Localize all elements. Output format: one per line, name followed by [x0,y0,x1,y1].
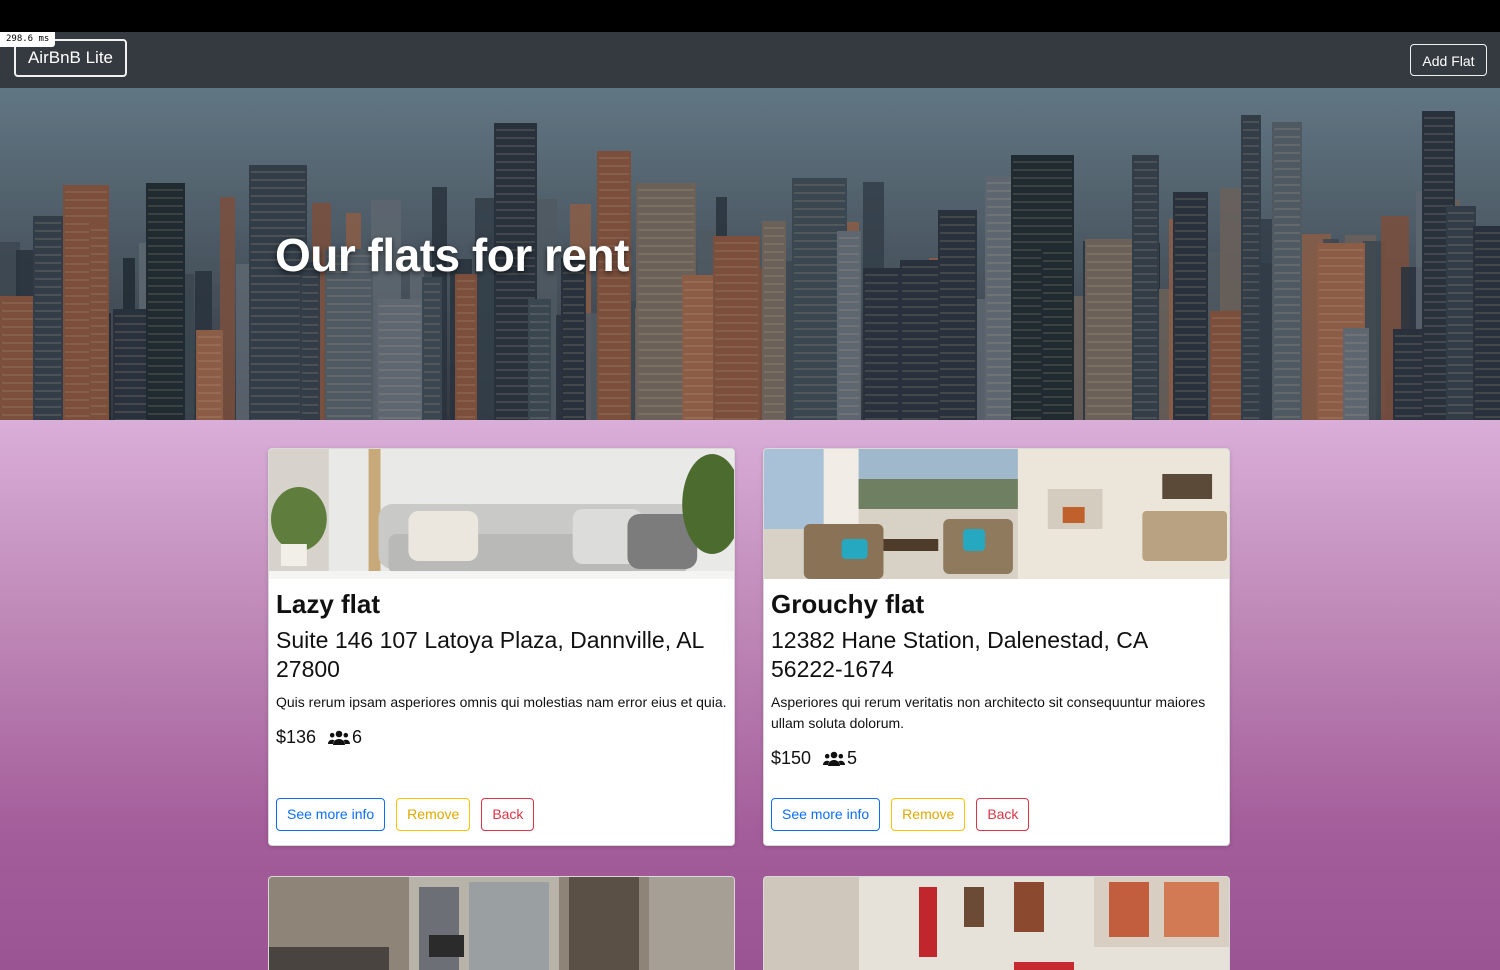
flat-actions: See more info Remove Back [276,798,535,831]
users-icon [328,730,351,746]
flat-description: Asperiores qui rerum veritatis non archi… [771,694,1206,731]
hero-banner: Our flats for rent [0,88,1500,420]
flat-photo-living-room [269,449,734,579]
flat-photo-bedroom [764,877,1229,970]
flat-address: Suite 146 107 Latoya Plaza, Dannville, A… [276,627,704,682]
flat-title: Grouchy flat [771,589,925,619]
navbar: AirBnB Lite Add Flat [0,32,1500,88]
flat-card-partial [763,876,1230,970]
flat-card: Lazy flat Suite 146 107 Latoya Plaza, Da… [268,448,735,846]
flat-card-partial [268,876,735,970]
remove-button[interactable]: Remove [396,798,471,831]
flat-photo-lounge [764,449,1229,579]
flat-meta: $150 5 [771,748,1229,769]
flats-list: Lazy flat Suite 146 107 Latoya Plaza, Da… [0,420,1500,970]
flat-description: Quis rerum ipsam asperiores omnis qui mo… [276,694,727,710]
see-more-info-button[interactable]: See more info [276,798,386,831]
flat-price: $136 [276,727,317,747]
flat-price: $150 [771,748,812,768]
back-button[interactable]: Back [976,798,1030,831]
see-more-info-button[interactable]: See more info [771,798,881,831]
flat-title: Lazy flat [276,589,381,619]
flat-address: 12382 Hane Station, Dalenestad, CA 56222… [771,627,1147,682]
flat-card: Grouchy flat 12382 Hane Station, Dalenes… [763,448,1230,846]
city-skyline-image [0,88,1500,420]
flat-guests: 5 [847,748,858,768]
browser-top-strip [0,0,1500,32]
flat-guests: 6 [352,727,363,747]
back-button[interactable]: Back [481,798,535,831]
users-icon [823,751,846,767]
render-timer: 298.6 ms [0,32,56,47]
flat-actions: See more info Remove Back [771,798,1030,831]
flat-meta: $136 6 [276,727,734,748]
flat-photo-studio [269,877,734,970]
hero-title: Our flats for rent [275,229,629,281]
add-flat-button[interactable]: Add Flat [1410,44,1487,76]
remove-button[interactable]: Remove [891,798,966,831]
